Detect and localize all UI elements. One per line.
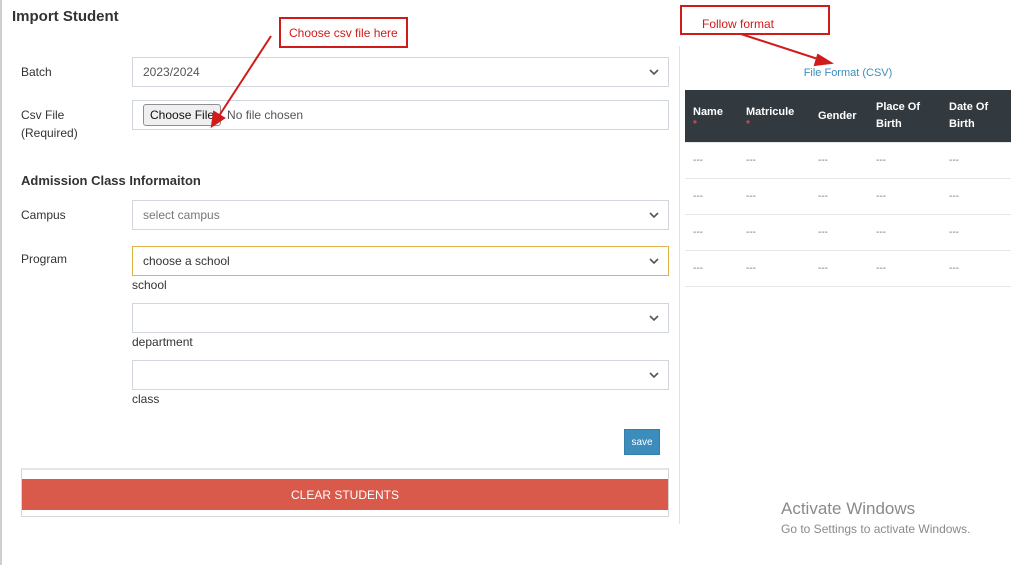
campus-label: Campus	[21, 208, 66, 222]
table-cell: ---	[810, 178, 868, 215]
table-cell: ---	[868, 250, 941, 287]
table-cell: ---	[868, 178, 941, 215]
clear-students-panel: CLEAR STUDENTS	[21, 468, 669, 517]
annotation-follow-format: Follow format	[680, 5, 830, 35]
table-cell: ---	[738, 178, 810, 215]
csv-file-label-line2: (Required)	[21, 126, 78, 140]
required-marker: *	[693, 118, 697, 130]
file-status-text: No file chosen	[227, 108, 304, 122]
school-select[interactable]: choose a school	[132, 246, 669, 276]
class-select[interactable]	[132, 360, 669, 390]
table-row: --- --- --- --- ---	[685, 178, 1011, 215]
campus-select-value: select campus	[143, 208, 220, 222]
table-cell: ---	[941, 142, 1011, 179]
table-cell: ---	[685, 178, 738, 215]
save-button[interactable]: save	[624, 429, 660, 455]
table-cell: ---	[738, 142, 810, 179]
class-caption: class	[132, 392, 160, 406]
chevron-down-icon	[649, 372, 659, 379]
csv-format-table: Name * Matricule * Gender Place Of Birth D…	[685, 90, 1011, 287]
table-row: --- --- --- --- ---	[685, 142, 1011, 179]
table-cell: ---	[810, 250, 868, 287]
column-divider	[679, 46, 680, 524]
table-cell: ---	[868, 142, 941, 179]
department-caption: department	[132, 335, 193, 349]
campus-select[interactable]: select campus	[132, 200, 669, 230]
table-cell: ---	[738, 214, 810, 251]
table-cell: ---	[941, 178, 1011, 215]
page-title: Import Student	[12, 8, 119, 25]
table-cell: ---	[738, 250, 810, 287]
department-select[interactable]	[132, 303, 669, 333]
annotation-choose-csv: Choose csv file here	[279, 17, 408, 48]
table-cell: ---	[810, 214, 868, 251]
batch-label: Batch	[21, 65, 52, 79]
table-cell: ---	[941, 214, 1011, 251]
table-cell: ---	[685, 214, 738, 251]
column-header-name: Name *	[685, 90, 738, 143]
activate-windows-subtitle: Go to Settings to activate Windows.	[781, 522, 971, 536]
activate-windows-title: Activate Windows	[781, 499, 916, 518]
school-select-value: choose a school	[143, 254, 230, 268]
chevron-down-icon	[649, 69, 659, 76]
admission-section-title: Admission Class Informaiton	[21, 173, 201, 188]
column-header-date-of-birth: Date Of Birth	[941, 90, 1011, 143]
table-row: --- --- --- --- ---	[685, 214, 1011, 251]
program-label: Program	[21, 252, 68, 266]
chevron-down-icon	[649, 315, 659, 322]
column-header-matricule: Matricule *	[738, 90, 810, 143]
chevron-down-icon	[649, 212, 659, 219]
column-header-gender: Gender	[810, 90, 868, 143]
batch-select[interactable]: 2023/2024	[132, 57, 669, 87]
table-cell: ---	[685, 142, 738, 179]
csv-file-input[interactable]: Choose File No file chosen	[132, 100, 669, 130]
table-row: --- --- --- --- ---	[685, 250, 1011, 287]
choose-file-button[interactable]: Choose File	[143, 104, 222, 126]
table-cell: ---	[685, 250, 738, 287]
batch-select-value: 2023/2024	[143, 65, 200, 79]
school-caption: school	[132, 278, 167, 292]
clear-students-button[interactable]: CLEAR STUDENTS	[22, 479, 668, 510]
required-marker: *	[746, 118, 750, 130]
chevron-down-icon	[649, 258, 659, 265]
file-format-link[interactable]: File Format (CSV)	[680, 67, 1016, 79]
table-cell: ---	[941, 250, 1011, 287]
csv-file-label-line1: Csv File	[21, 108, 65, 122]
table-cell: ---	[810, 142, 868, 179]
csv-file-label: Csv File (Required)	[21, 106, 78, 142]
table-header-row: Name * Matricule * Gender Place Of Birth D…	[685, 90, 1011, 143]
column-header-place-of-birth: Place Of Birth	[868, 90, 941, 143]
table-cell: ---	[868, 214, 941, 251]
